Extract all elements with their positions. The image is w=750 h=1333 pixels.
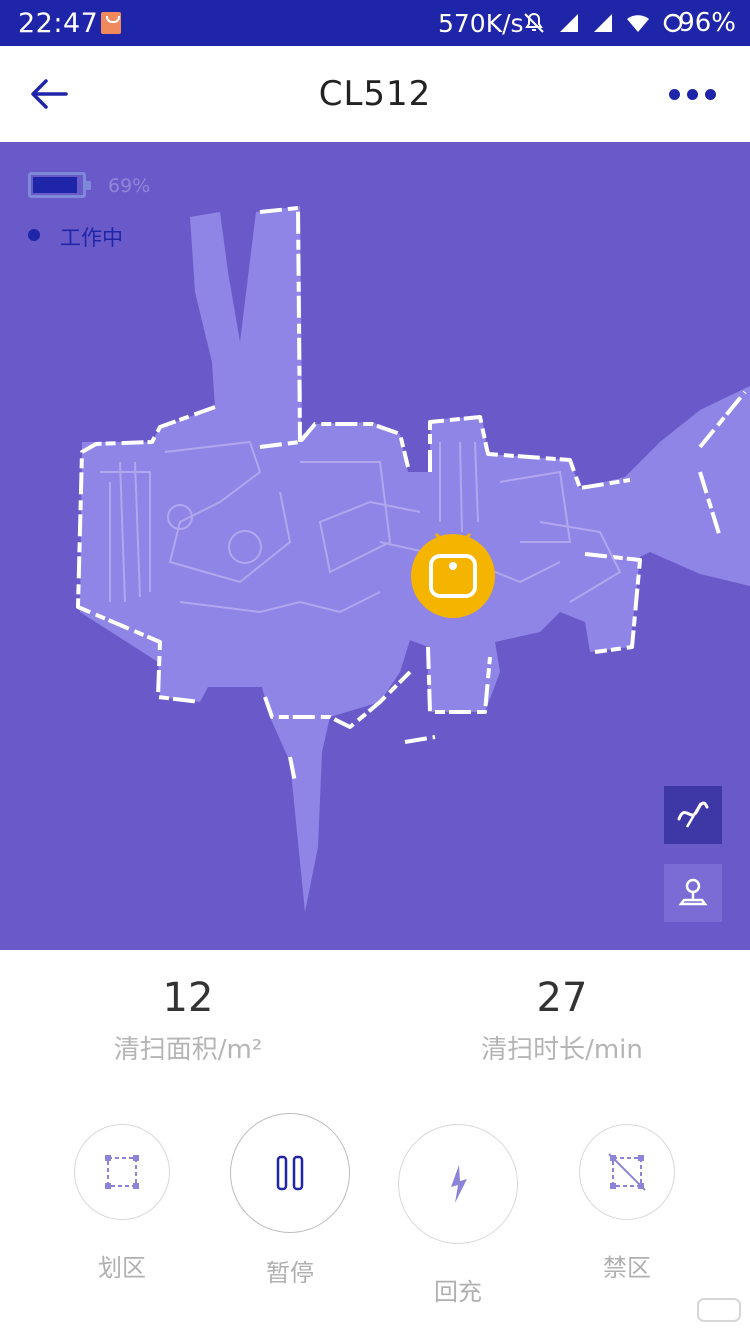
floor-map — [76, 206, 750, 912]
phone-battery-percent: 96% — [678, 8, 736, 38]
signal-icon-2 — [594, 14, 612, 32]
dot-icon — [686, 88, 698, 100]
recharge-button[interactable] — [398, 1124, 518, 1244]
mute-bell-icon — [524, 12, 544, 33]
clean-time-label: 清扫时长/min — [481, 1035, 643, 1065]
signal-icon — [560, 14, 578, 32]
lightning-icon — [451, 1165, 467, 1203]
clean-time-stat: 27 清扫时长/min — [412, 975, 712, 1066]
pause-control: 暂停 — [230, 1113, 350, 1288]
clean-area-label: 清扫面积/m² — [113, 1035, 263, 1065]
clean-time-value: 27 — [536, 975, 588, 1021]
pause-label: 暂停 — [266, 1259, 314, 1287]
robot-status: 工作中 — [60, 226, 123, 250]
zone-select-icon — [105, 1155, 139, 1189]
dot-icon — [668, 88, 680, 100]
pause-icon — [276, 1155, 304, 1191]
battery-fill — [33, 177, 78, 193]
more-options-button[interactable] — [662, 78, 722, 110]
pause-button[interactable] — [230, 1113, 350, 1233]
robot-battery-percent: 69% — [108, 175, 151, 197]
path-icon — [677, 801, 709, 828]
status-icons — [522, 10, 684, 36]
page-title: CL512 — [318, 74, 432, 114]
shopping-bag-icon — [101, 12, 121, 34]
robot-marker — [411, 532, 495, 618]
wifi-icon — [627, 15, 649, 32]
app-bar: CL512 — [0, 46, 750, 142]
watermark-logo — [696, 1295, 742, 1325]
joystick-icon — [678, 878, 708, 906]
path-toggle-button[interactable] — [664, 786, 722, 844]
zone-label: 划区 — [98, 1254, 146, 1282]
network-speed: 570K/s — [438, 9, 524, 38]
zone-control: 划区 — [62, 1124, 182, 1283]
zone-button[interactable] — [74, 1124, 170, 1220]
robot-battery-icon — [28, 172, 91, 198]
clock: 22:47 — [18, 8, 99, 39]
forbid-label: 禁区 — [603, 1254, 651, 1282]
cleaning-map[interactable]: 69% 工作中 — [0, 142, 750, 950]
dot-icon — [704, 88, 716, 100]
forbidden-zone-icon — [608, 1153, 646, 1191]
dock-control: 回充 — [398, 1124, 518, 1307]
clean-area-value: 12 — [162, 975, 214, 1021]
dock-label: 回充 — [434, 1278, 482, 1306]
forbidden-zone-control: 禁区 — [567, 1124, 687, 1283]
forbidden-zone-button[interactable] — [579, 1124, 675, 1220]
clean-area-stat: 12 清扫面积/m² — [38, 975, 338, 1066]
status-dot — [28, 229, 40, 241]
watermark-icon — [697, 1298, 741, 1322]
locate-robot-button[interactable] — [664, 864, 722, 922]
status-bar: 22:47 570K/s 96% — [0, 0, 750, 46]
